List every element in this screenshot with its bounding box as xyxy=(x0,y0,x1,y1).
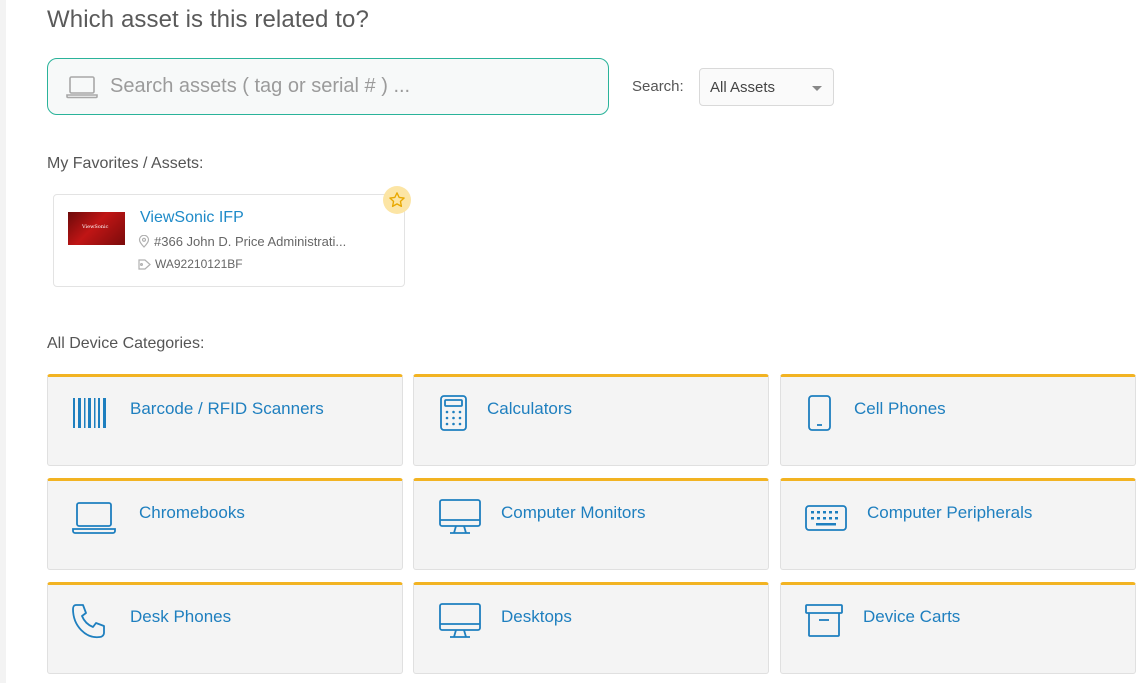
favorite-asset-tag-text: WA92210121BF xyxy=(155,257,243,271)
category-cell-phones[interactable]: Cell Phones xyxy=(780,374,1136,466)
category-calculators[interactable]: Calculators xyxy=(413,374,769,466)
cell-phone-icon xyxy=(803,394,843,437)
left-edge-panel xyxy=(0,0,6,683)
thumbnail-logo-text: ViewSonic xyxy=(82,224,109,230)
category-label: Cell Phones xyxy=(854,399,946,418)
category-desk-phones[interactable]: Desk Phones xyxy=(47,582,403,674)
keyboard-icon xyxy=(803,498,853,541)
search-scope-select[interactable]: All Assets xyxy=(699,68,834,106)
asset-thumbnail: ViewSonic xyxy=(68,212,125,245)
desktop-icon xyxy=(436,602,486,645)
category-desktops[interactable]: Desktops xyxy=(413,582,769,674)
category-label: Computer Peripherals xyxy=(867,503,1033,522)
category-label: Desk Phones xyxy=(130,607,232,626)
asset-search-input[interactable] xyxy=(110,59,590,114)
category-label: Computer Monitors xyxy=(501,503,646,522)
phone-icon xyxy=(70,602,112,647)
chevron-down-icon xyxy=(812,86,822,91)
category-barcode-rfid-scanners[interactable]: Barcode / RFID Scanners xyxy=(47,374,403,466)
category-label: Barcode / RFID Scanners xyxy=(130,399,324,418)
search-scope-label: Search: xyxy=(632,78,684,95)
favorite-asset-location: #366 John D. Price Administrati... xyxy=(138,234,346,249)
category-computer-monitors[interactable]: Computer Monitors xyxy=(413,478,769,570)
star-icon xyxy=(389,192,405,208)
laptop-icon xyxy=(70,498,120,541)
laptop-icon xyxy=(66,75,98,104)
favorite-asset-card[interactable]: ViewSonic ViewSonic IFP #366 John D. Pri… xyxy=(53,194,405,287)
archive-box-icon xyxy=(803,602,847,645)
category-label: Desktops xyxy=(501,607,572,626)
barcode-icon xyxy=(70,394,110,435)
category-label: Calculators xyxy=(487,399,573,418)
tag-icon xyxy=(138,259,151,270)
search-scope-value: All Assets xyxy=(710,79,776,96)
map-pin-icon xyxy=(138,234,150,248)
category-device-carts[interactable]: Device Carts xyxy=(780,582,1136,674)
category-chromebooks[interactable]: Chromebooks xyxy=(47,478,403,570)
categories-heading: All Device Categories: xyxy=(47,335,205,352)
monitor-icon xyxy=(436,498,486,541)
calculator-icon xyxy=(436,394,476,437)
category-label: Chromebooks xyxy=(139,503,245,522)
favorite-asset-location-text: #366 John D. Price Administrati... xyxy=(154,234,347,249)
category-computer-peripherals[interactable]: Computer Peripherals xyxy=(780,478,1136,570)
asset-search-box[interactable] xyxy=(47,58,609,115)
favorite-star-button[interactable] xyxy=(383,186,411,214)
page-title: Which asset is this related to? xyxy=(47,6,369,33)
favorite-asset-name[interactable]: ViewSonic IFP xyxy=(140,209,244,227)
favorite-asset-tag: WA92210121BF xyxy=(138,257,243,271)
favorites-heading: My Favorites / Assets: xyxy=(47,155,204,172)
category-label: Device Carts xyxy=(863,607,961,626)
